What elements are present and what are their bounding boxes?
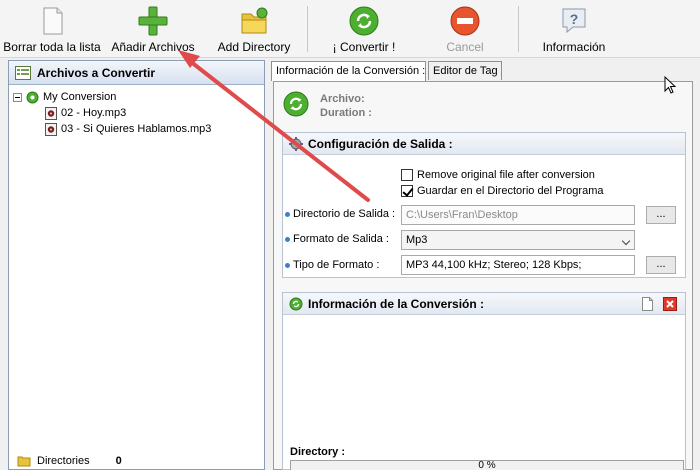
audio-file-icon [45,106,57,120]
chevron-down-icon [621,236,631,246]
output-dir-label: Directorio de Salida : [293,208,396,220]
files-panel-title: Archivos a Convertir [37,65,156,80]
green-plus-icon [136,4,170,38]
folder-icon [237,4,271,38]
green-refresh-icon [347,4,381,38]
cancel-button[interactable]: Cancel [425,0,505,58]
directories-count: 0 [115,455,122,467]
toolbar: Borrar toda la lista Añadir Archivos Add… [0,0,700,58]
tree-item[interactable]: 03 - Si Quieres Hablamos.mp3 [13,121,264,137]
add-files-label: Añadir Archivos [111,40,195,54]
conversion-info-group: Información de la Conversión : [282,292,686,470]
add-directory-button[interactable]: Add Directory [210,0,298,58]
close-icon[interactable] [663,297,677,311]
add-files-button[interactable]: Añadir Archivos [104,0,202,58]
gear-icon [289,136,303,151]
tab-tag-editor[interactable]: Editor de Tag [428,61,502,80]
files-panel-footer: Directories 0 [9,453,264,469]
files-panel-header: Archivos a Convertir [9,61,264,85]
tree-item-label: 03 - Si Quieres Hablamos.mp3 [61,123,212,135]
info-label: Información [542,40,606,54]
directories-label: Directories [37,455,90,467]
output-dir-label-row: Directorio de Salida : [285,208,395,220]
refresh-badge-icon [282,90,310,118]
checkbox-box[interactable] [401,185,413,197]
output-config-group: Configuración de Salida : Remove origina… [282,132,686,278]
conversion-info-title: Información de la Conversión : [308,296,485,311]
remove-original-checkbox[interactable]: Remove original file after conversion [401,169,595,181]
directory-label: Directory : [290,446,346,458]
blank-page-icon [35,4,69,38]
file-info: Archivo: Duration : [282,90,372,120]
format-type-label: Tipo de Formato : [293,259,380,271]
conversion-progress-bar: 0 % [290,460,684,470]
svg-text:?: ? [570,11,579,27]
progress-text: 0 % [478,460,496,470]
conversion-info-header: Información de la Conversión : [283,293,685,315]
tree-root-label: My Conversion [43,91,117,103]
tree-root[interactable]: My Conversion [13,89,264,105]
info-button[interactable]: ? Información [534,0,614,58]
files-panel: Archivos a Convertir My Conversion 02 - … [8,60,265,470]
add-directory-label: Add Directory [217,40,291,54]
conversion-root-icon [26,91,39,104]
list-icon [15,65,31,80]
output-config-title: Configuración de Salida : [308,136,453,151]
format-options-button[interactable]: ... [646,256,676,274]
collapse-icon[interactable] [13,92,22,102]
browse-dir-button[interactable]: ... [646,206,676,224]
audio-file-icon [45,122,57,136]
file-tree: My Conversion 02 - Hoy.mp3 03 - Si Quier… [9,85,264,137]
new-page-icon[interactable] [641,297,654,311]
duration-label: Duration : [320,107,372,119]
convert-button[interactable]: ¡ Convertir ! [320,0,408,58]
red-cancel-icon [448,4,482,38]
folder-small-icon [17,455,31,467]
clear-list-button[interactable]: Borrar toda la lista [2,0,102,58]
tree-item-label: 02 - Hoy.mp3 [61,107,127,119]
convert-label: ¡ Convertir ! [332,40,396,54]
output-dir-field[interactable]: C:\Users\Fran\Desktop [401,205,635,225]
checkbox-box[interactable] [401,169,413,181]
save-in-program-dir-checkbox[interactable]: Guardar en el Directorio del Programa [401,185,603,197]
format-type-field[interactable]: MP3 44,100 kHz; Stereo; 128 Kbps; [401,255,635,275]
question-icon: ? [557,4,591,38]
output-format-value: Mp3 [406,234,428,246]
bullet-icon [285,262,290,268]
conversion-info-pane: Archivo: Duration : Configuración de Sal… [273,81,693,470]
refresh-small-icon [289,297,303,311]
output-format-label-row: Formato de Salida : [285,233,389,245]
tree-item[interactable]: 02 - Hoy.mp3 [13,105,264,121]
toolbar-separator [518,6,519,52]
clear-list-label: Borrar toda la lista [3,40,101,54]
bullet-icon [285,211,290,217]
archivo-label: Archivo: [320,93,365,105]
format-type-label-row: Tipo de Formato : [285,259,379,271]
remove-original-label: Remove original file after conversion [417,169,595,181]
tab-conversion-info[interactable]: Información de la Conversión : [271,61,426,81]
cancel-label: Cancel [446,40,484,54]
output-config-header: Configuración de Salida : [283,133,685,155]
output-format-label: Formato de Salida : [293,233,389,245]
bullet-icon [285,236,290,242]
mouse-cursor-icon [664,76,677,94]
output-format-select[interactable]: Mp3 [401,230,635,250]
save-in-program-dir-label: Guardar en el Directorio del Programa [417,185,604,197]
toolbar-separator [307,6,308,52]
